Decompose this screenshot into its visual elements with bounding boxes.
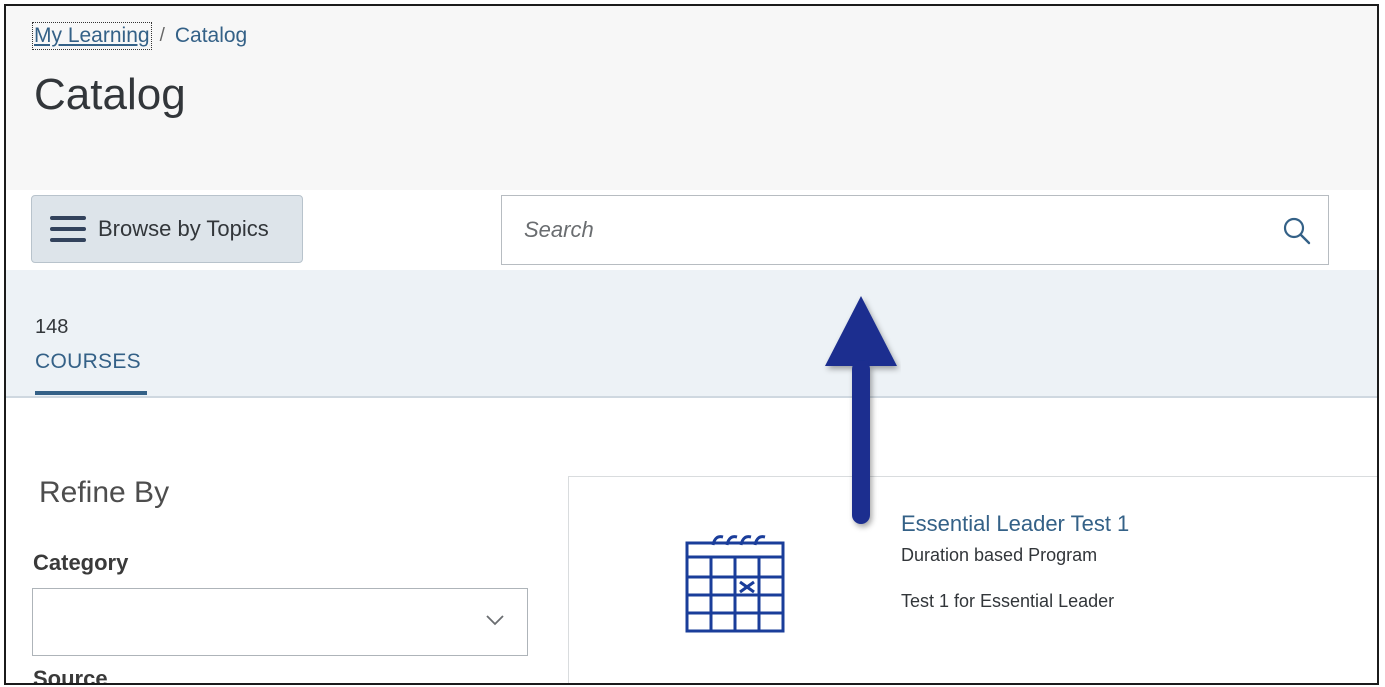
course-card[interactable]: Essential Leader Test 1 Duration based P…: [568, 476, 1377, 683]
refine-by-heading: Refine By: [39, 476, 170, 509]
breadcrumb-separator: /: [159, 25, 165, 46]
browse-by-topics-label: Browse by Topics: [98, 216, 269, 241]
annotation-arrow-up-icon: [825, 296, 897, 524]
search-box: [501, 195, 1329, 265]
category-label: Category: [33, 550, 129, 575]
search-icon[interactable]: [1282, 216, 1312, 246]
browse-by-topics-button[interactable]: Browse by Topics: [31, 195, 303, 263]
search-input[interactable]: [502, 196, 1262, 264]
app-frame: My Learning / Catalog Catalog Browse by …: [4, 4, 1379, 685]
tab-selected-indicator: [35, 391, 147, 395]
calendar-icon: [685, 535, 785, 633]
results-tab-bar: 148 COURSES: [6, 270, 1377, 398]
chevron-down-icon: [486, 615, 504, 626]
course-title-link[interactable]: Essential Leader Test 1: [901, 511, 1129, 537]
hamburger-menu-icon: [50, 216, 86, 242]
category-dropdown[interactable]: [32, 588, 528, 656]
tab-courses-count: 148: [35, 316, 69, 338]
course-type: Duration based Program: [901, 545, 1098, 565]
source-label: Source: [33, 666, 108, 685]
catalog-toolbar: Browse by Topics: [6, 190, 1377, 272]
breadcrumb-my-learning-link[interactable]: My Learning: [32, 22, 152, 50]
breadcrumb: My Learning / Catalog: [32, 22, 248, 50]
tab-courses-label: COURSES: [35, 350, 141, 373]
page-header: My Learning / Catalog Catalog: [6, 6, 1377, 190]
course-description: Test 1 for Essential Leader: [901, 591, 1115, 611]
breadcrumb-current: Catalog: [174, 24, 248, 47]
page-title: Catalog: [34, 70, 186, 119]
